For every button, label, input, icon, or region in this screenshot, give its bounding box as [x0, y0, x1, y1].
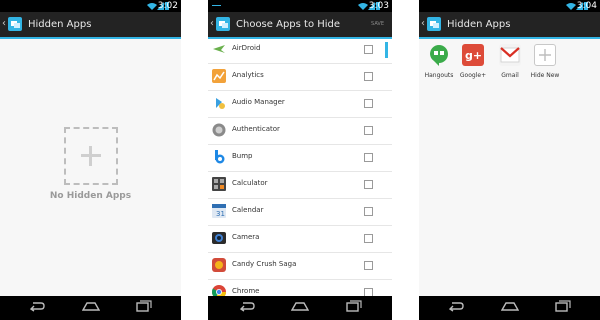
phone-screen-hidden-apps-empty: 3:02 ‹ Hidden Apps No Hidden Apps: [0, 0, 181, 320]
navigation-bar: [419, 296, 600, 320]
hidden-app-tile[interactable]: Gmail: [494, 44, 526, 79]
add-hidden-app-button[interactable]: [64, 127, 118, 185]
app-list-item[interactable]: Audio Manager: [208, 91, 392, 118]
hide-checkbox[interactable]: [364, 207, 373, 216]
hidden-app-tile[interactable]: g+ Google+: [457, 44, 489, 79]
status-bar: 3:03: [208, 0, 392, 12]
action-bar: ‹ Hidden Apps: [0, 12, 181, 39]
airdroid-icon: [213, 45, 225, 53]
gmail-icon: [499, 44, 521, 66]
recent-apps-nav-icon[interactable]: [346, 300, 362, 312]
empty-state-label: No Hidden Apps: [49, 191, 132, 201]
candy-crush-icon: [212, 258, 226, 272]
app-name: Analytics: [232, 71, 264, 79]
hidden-apps-logo-icon[interactable]: [216, 17, 230, 31]
audio-manager-icon: [216, 98, 225, 109]
hidden-app-tile[interactable]: Hangouts: [423, 44, 455, 79]
status-clock: 3:03: [368, 1, 389, 11]
action-bar: ‹ Choose Apps to Hide SAVE: [208, 12, 392, 39]
hide-new-button[interactable]: Hide New: [529, 44, 561, 79]
save-button[interactable]: SAVE: [371, 20, 384, 28]
app-name: Calendar: [232, 206, 264, 214]
hidden-apps-logo-icon[interactable]: [427, 17, 441, 31]
app-name: Chrome: [232, 287, 260, 295]
home-nav-icon[interactable]: [501, 300, 519, 312]
app-list-item[interactable]: Candy Crush Saga: [208, 253, 392, 280]
app-list-item[interactable]: Camera: [208, 226, 392, 253]
hide-checkbox[interactable]: [364, 99, 373, 108]
back-nav-icon[interactable]: [29, 300, 45, 312]
screen-title: Hidden Apps: [447, 19, 511, 30]
authenticator-icon: [212, 123, 226, 137]
hidden-apps-logo-icon[interactable]: [8, 17, 22, 31]
status-clock: 3:02: [157, 1, 178, 11]
app-list-item[interactable]: Calculator: [208, 172, 392, 199]
svg-text:g+: g+: [465, 49, 482, 62]
recent-apps-nav-icon[interactable]: [555, 300, 571, 312]
action-bar: ‹ Hidden Apps: [419, 12, 600, 39]
home-nav-icon[interactable]: [291, 300, 309, 312]
tile-label: Google+: [459, 72, 487, 79]
back-nav-icon[interactable]: [239, 300, 255, 312]
wifi-icon: [358, 3, 368, 10]
app-name: AirDroid: [232, 44, 261, 52]
hide-checkbox[interactable]: [364, 72, 373, 81]
phone-screen-hidden-apps-list: 3:04 ‹ Hidden Apps Hangouts g+ Google+ G…: [419, 0, 600, 320]
calculator-icon: [212, 177, 226, 191]
screen-title: Choose Apps to Hide: [236, 19, 341, 30]
hide-checkbox[interactable]: [364, 45, 373, 54]
wifi-icon: [147, 3, 157, 10]
app-name: Candy Crush Saga: [232, 260, 297, 268]
navigation-bar: [208, 296, 392, 320]
back-chevron-icon[interactable]: ‹: [2, 17, 6, 31]
app-name: Authenticator: [232, 125, 280, 133]
tile-label: Hangouts: [424, 72, 454, 79]
status-bar: 3:04: [419, 0, 600, 12]
back-chevron-icon[interactable]: ‹: [210, 17, 214, 31]
svg-text:31: 31: [216, 210, 225, 218]
app-list-item[interactable]: 31 Calendar: [208, 199, 392, 226]
hide-new-icon: [534, 44, 556, 66]
hide-checkbox[interactable]: [364, 180, 373, 189]
screen-title: Hidden Apps: [28, 19, 92, 30]
status-clock: 3:04: [576, 1, 597, 11]
recent-apps-nav-icon[interactable]: [136, 300, 152, 312]
tile-label: Hide New: [530, 72, 560, 79]
camera-icon: [212, 232, 226, 244]
hide-checkbox[interactable]: [364, 126, 373, 135]
back-nav-icon[interactable]: [448, 300, 464, 312]
google-plus-icon: g+: [462, 44, 484, 66]
hangouts-icon: [428, 44, 450, 66]
calendar-icon: 31: [212, 204, 226, 218]
status-bar: 3:02: [0, 0, 181, 12]
app-name: Camera: [232, 233, 260, 241]
back-chevron-icon[interactable]: ‹: [421, 17, 425, 31]
navigation-bar: [0, 296, 181, 320]
app-name: Audio Manager: [232, 98, 285, 106]
notification-indicator: [212, 5, 221, 6]
hide-checkbox[interactable]: [364, 234, 373, 243]
hide-checkbox[interactable]: [364, 153, 373, 162]
app-name: Bump: [232, 152, 253, 160]
wifi-icon: [566, 3, 576, 10]
home-nav-icon[interactable]: [82, 300, 100, 312]
phone-screen-choose-apps: 3:03 ‹ Choose Apps to Hide SAVE AirDroid…: [208, 0, 392, 320]
app-list-item[interactable]: AirDroid: [208, 37, 392, 64]
app-list-item[interactable]: Authenticator: [208, 118, 392, 145]
analytics-icon: [212, 69, 226, 83]
bump-icon: [215, 150, 225, 164]
app-list-item[interactable]: Analytics: [208, 64, 392, 91]
app-list-item[interactable]: Bump: [208, 145, 392, 172]
app-name: Calculator: [232, 179, 268, 187]
hide-checkbox[interactable]: [364, 261, 373, 270]
tile-label: Gmail: [501, 72, 519, 79]
